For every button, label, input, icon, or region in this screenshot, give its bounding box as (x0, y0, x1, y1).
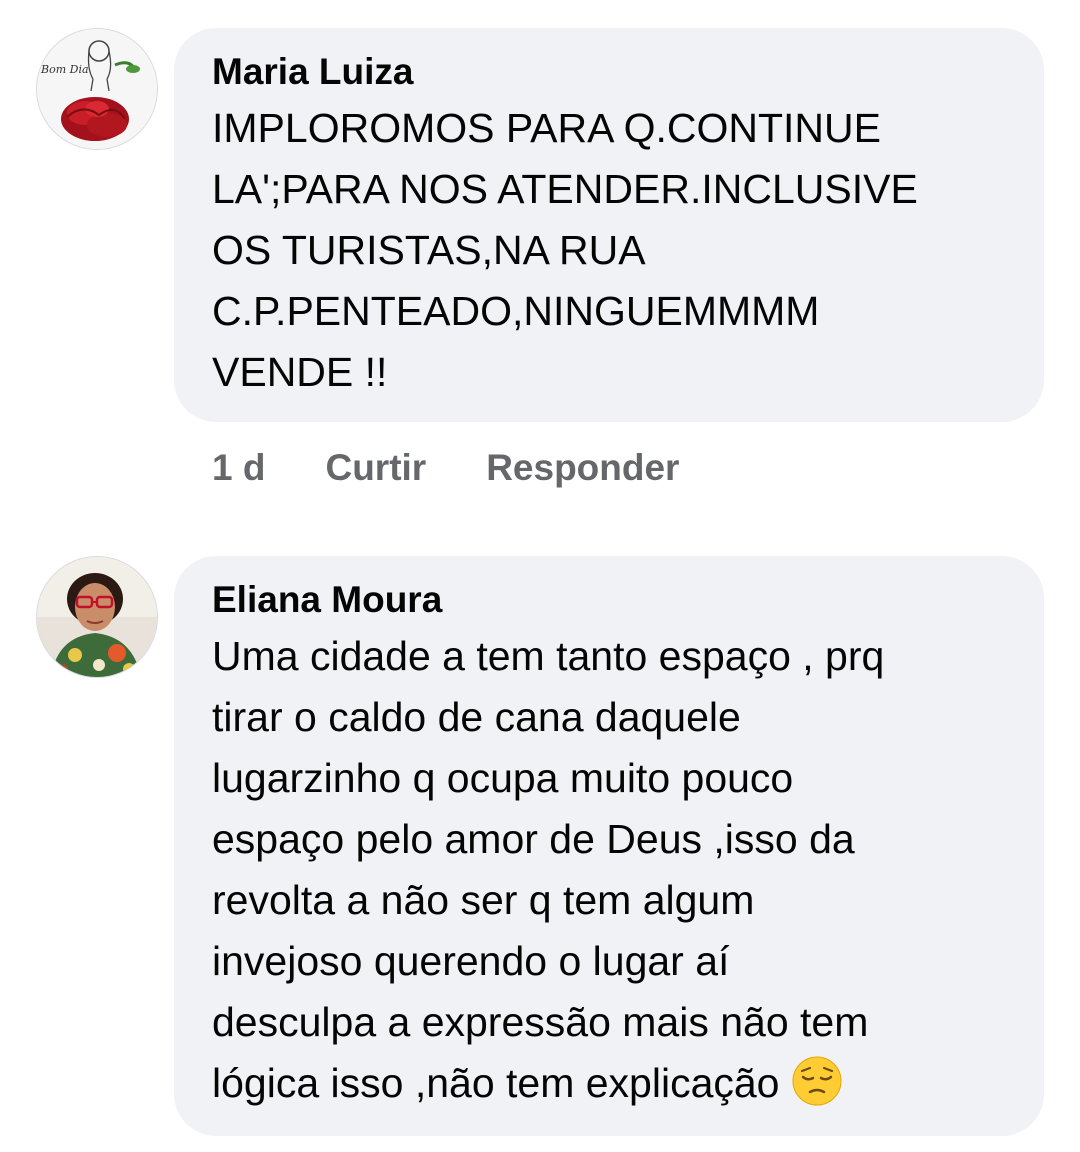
comment-author[interactable]: Maria Luiza (212, 50, 1014, 94)
comment-bubble: Maria Luiza IMPLOROMOS PARA Q.CONTINUE L… (174, 28, 1044, 422)
comment-text: Uma cidade a tem tanto espaço , prq tira… (212, 626, 1014, 1114)
comment-text-body: Uma cidade a tem tanto espaço , prq tira… (212, 633, 885, 1106)
comment-text: IMPLOROMOS PARA Q.CONTINUE LA';PARA NOS … (212, 105, 918, 395)
pensive-face-icon (791, 1055, 843, 1107)
reply-button[interactable]: Responder (486, 447, 679, 489)
comment-bubble: Eliana Moura Uma cidade a tem tanto espa… (174, 556, 1044, 1136)
like-button[interactable]: Curtir (325, 447, 426, 489)
avatar-image (37, 557, 157, 677)
comment-time[interactable]: 1 d (212, 447, 265, 489)
comment-actions: 1 d Curtir Responder (212, 447, 679, 489)
avatar[interactable] (36, 556, 158, 678)
avatar-caption: Bom Dia (40, 63, 89, 76)
comment-author[interactable]: Eliana Moura (212, 578, 1014, 622)
avatar[interactable]: Bom Dia (36, 28, 158, 150)
avatar-image: Bom Dia (37, 29, 157, 149)
